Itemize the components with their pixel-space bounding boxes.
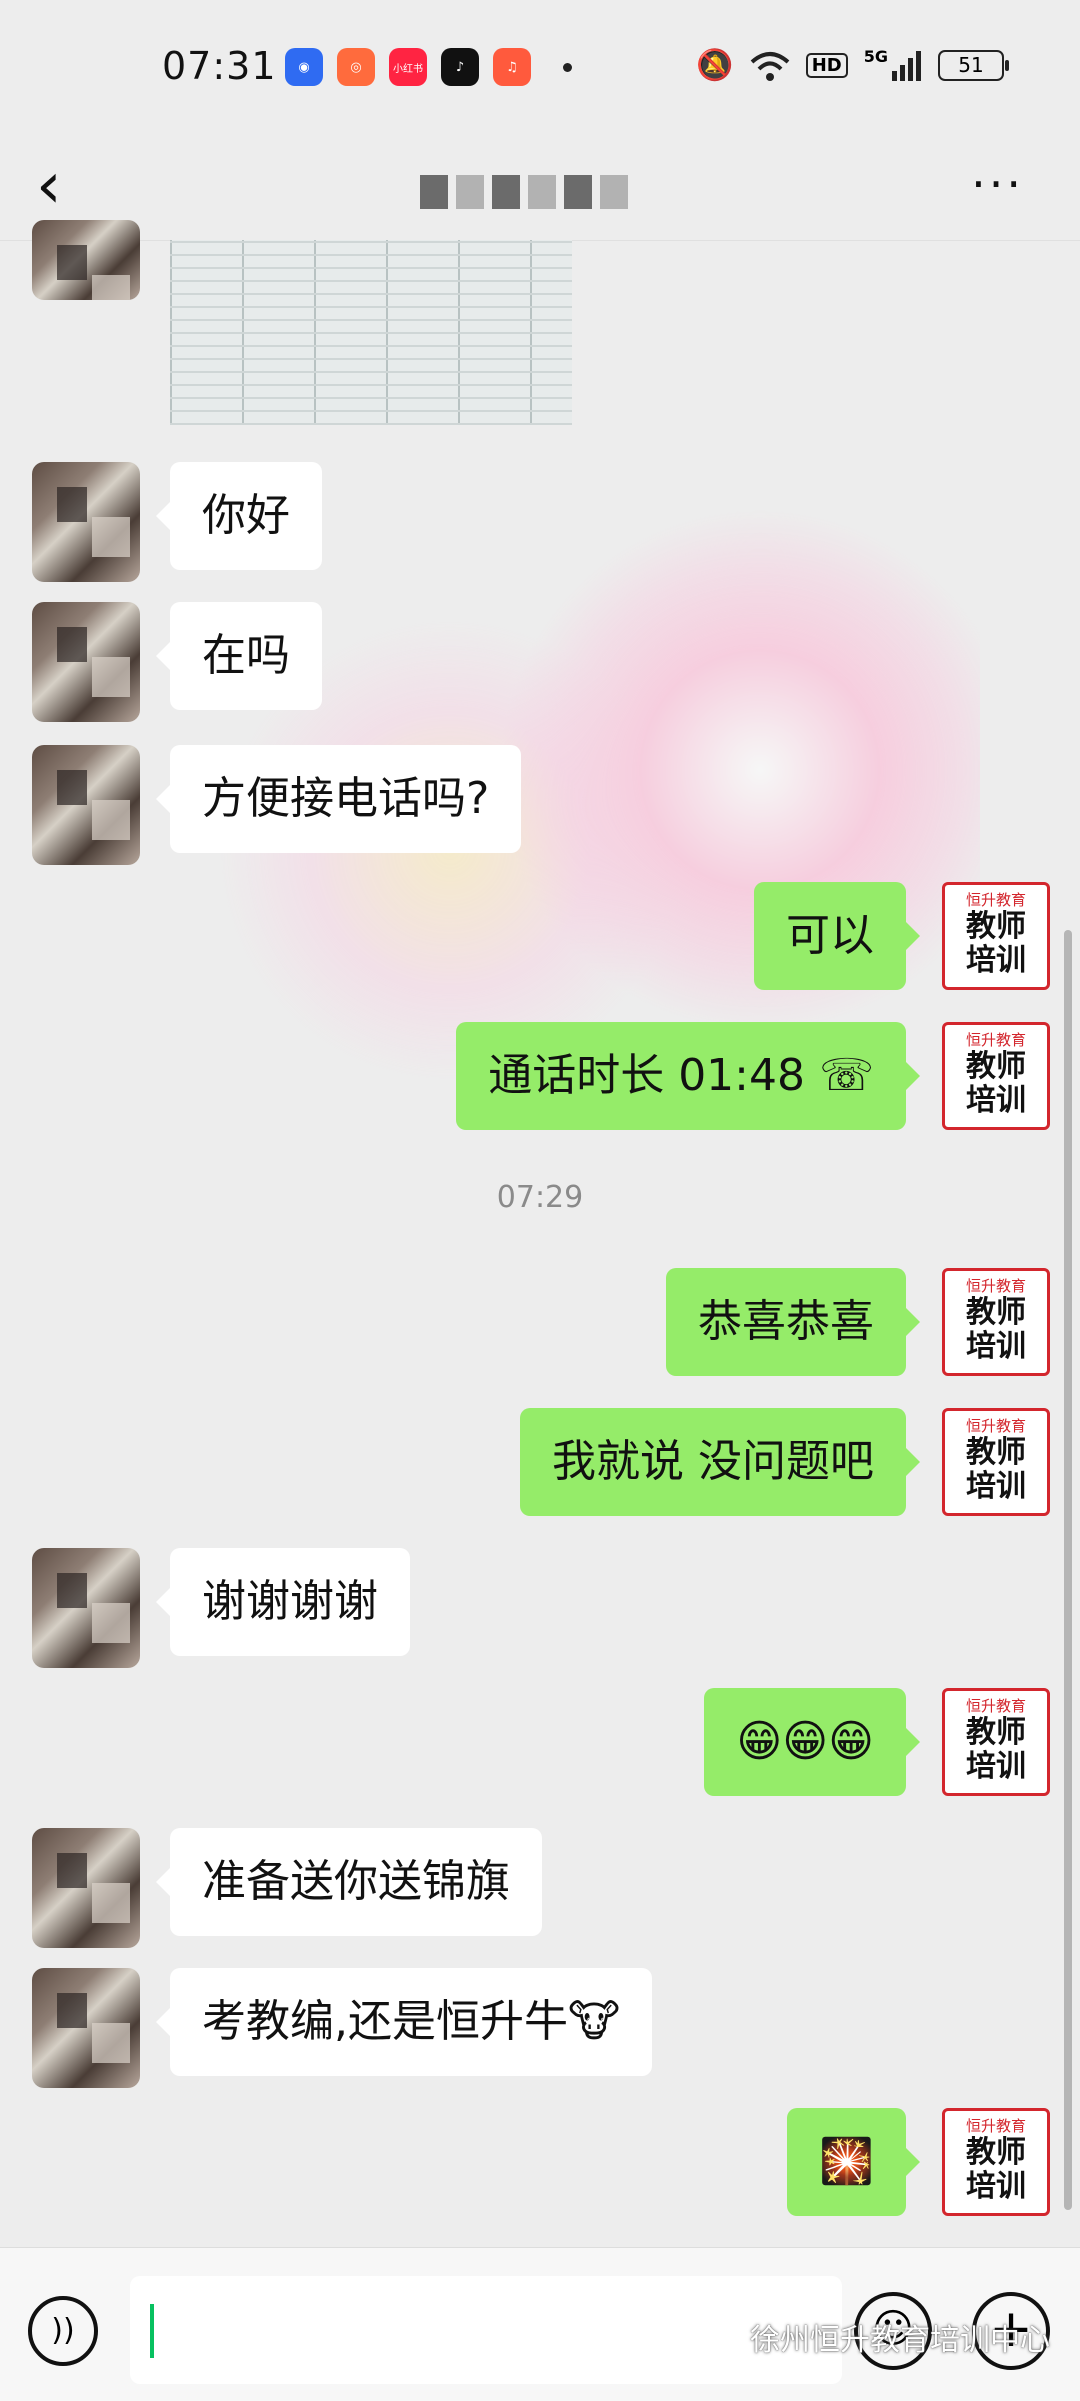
message-bubble-in[interactable]: 谢谢谢谢 [156, 1548, 410, 1656]
fireworks-emoji-bubble[interactable]: 🎇 [787, 2108, 920, 2216]
emoji-message-bubble[interactable]: 😁😁😁 [704, 1688, 920, 1796]
status-bar: 07:31 ◉ ◎ 小红书 ♪ ♫ 🔕 HD 5G 51 [0, 0, 1080, 135]
message-bubble-in[interactable]: 准备送你送锦旗 [156, 1828, 542, 1936]
system-status: 🔕 HD 5G 51 [696, 47, 1009, 83]
mute-icon: 🔕 [696, 48, 734, 83]
xiaohongshu-icon: 小红书 [389, 48, 427, 86]
my-avatar[interactable]: 恒升教育 教师 培训 [942, 1408, 1050, 1516]
message-bubble-out[interactable]: 恭喜恭喜 [666, 1268, 920, 1376]
message-bubble-out[interactable]: 可以 [754, 882, 920, 990]
message-bubble-in[interactable]: 方便接电话吗? [155, 745, 522, 853]
chat-header: ‹ ··· [0, 135, 1080, 241]
message-bubble-in[interactable]: 在吗 [156, 602, 322, 710]
notification-icons: ◉ ◎ 小红书 ♪ ♫ [285, 48, 572, 86]
voice-input-button[interactable]: )) [28, 2296, 98, 2366]
spreadsheet-image[interactable] [170, 240, 572, 425]
contact-avatar[interactable] [32, 462, 140, 582]
chat-title-pixelated [420, 175, 628, 209]
douyin-icon: ♪ [441, 48, 479, 86]
call-duration-bubble[interactable]: 通话时长 01:48 ☏ [456, 1022, 920, 1130]
message-timestamp: 07:29 [496, 1180, 584, 1215]
my-avatar[interactable]: 恒升教育 教师 培训 [942, 1688, 1050, 1796]
my-avatar[interactable]: 恒升教育 教师 培训 [942, 1022, 1050, 1130]
contact-avatar[interactable] [32, 1548, 140, 1668]
music-icon: ♫ [493, 48, 531, 86]
contact-avatar[interactable] [32, 745, 140, 865]
clock: 07:31 [162, 44, 277, 88]
my-avatar[interactable]: 恒升教育 教师 培训 [942, 882, 1050, 990]
watermark: 徐州恒升教育培训中心 [750, 2323, 1050, 2358]
message-input[interactable] [130, 2276, 842, 2384]
text-cursor [150, 2304, 154, 2358]
message-bubble-in[interactable]: 考教编,还是恒升牛🐮 [155, 1968, 653, 2076]
my-avatar[interactable]: 恒升教育 教师 培训 [942, 2108, 1050, 2216]
message-bubble-in[interactable]: 你好 [156, 462, 322, 570]
wifi-icon [750, 51, 790, 81]
message-bubble-out[interactable]: 我就说 没问题吧 [520, 1408, 920, 1516]
signal-icon [892, 50, 921, 81]
more-notifications-dot [563, 62, 572, 72]
battery-icon: 51 [938, 50, 1009, 81]
my-avatar[interactable]: 恒升教育 教师 培训 [942, 1268, 1050, 1376]
contact-avatar[interactable] [32, 1828, 140, 1948]
back-button[interactable]: ‹ [36, 149, 62, 223]
network-type: 5G [863, 47, 888, 66]
contact-avatar[interactable] [32, 1968, 140, 2088]
contact-avatar[interactable] [32, 220, 140, 300]
kuaishou-icon: ◎ [337, 48, 375, 86]
more-options-button[interactable]: ··· [971, 157, 1024, 211]
scrollbar[interactable] [1064, 930, 1072, 2210]
contact-avatar[interactable] [32, 602, 140, 722]
baidu-icon: ◉ [285, 48, 323, 86]
hd-badge: HD [805, 53, 848, 78]
